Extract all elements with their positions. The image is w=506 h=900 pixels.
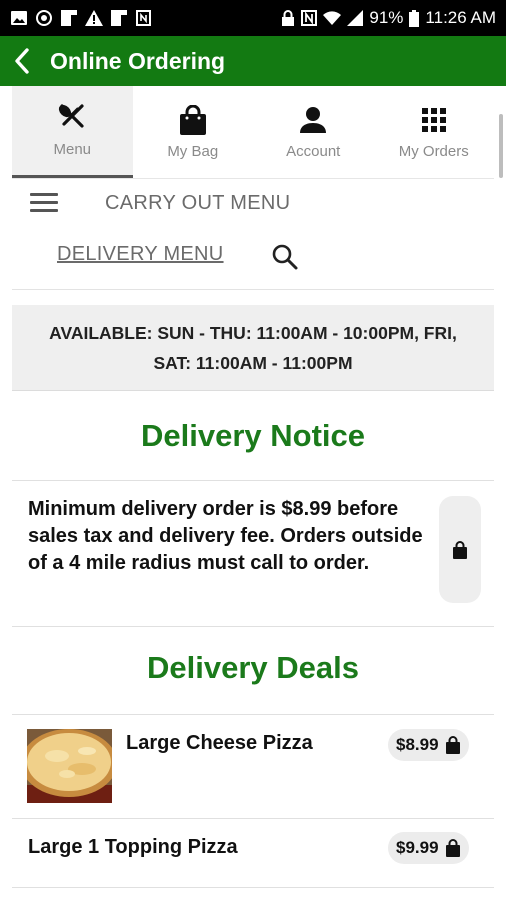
availability-banner: AVAILABLE: SUN - THU: 11:00AM - 10:00PM,…: [12, 305, 494, 391]
tab-account[interactable]: Account: [253, 86, 374, 178]
bag-icon: [453, 540, 467, 559]
bag-icon: [445, 736, 460, 754]
cheese-pizza-image[interactable]: [27, 729, 112, 803]
add-cheese-pizza-button[interactable]: $8.99: [388, 729, 469, 761]
back-button[interactable]: [0, 36, 44, 86]
status-bar: 91% 11:26 AM: [0, 0, 506, 36]
hamburger-menu-icon[interactable]: [30, 193, 58, 215]
tab-my-bag[interactable]: My Bag: [133, 86, 254, 178]
grid-icon: [421, 107, 446, 132]
sync-icon: [36, 10, 52, 26]
wifi-icon: [323, 11, 342, 25]
gallery-icon: [11, 11, 27, 25]
add-1-topping-pizza-button[interactable]: $9.99: [388, 832, 469, 864]
flipboard-icon: [111, 10, 127, 26]
nfc-icon: [301, 10, 318, 26]
app-bar: Online Ordering: [0, 36, 506, 86]
delivery-deals-title: Delivery Deals: [147, 650, 359, 685]
flipboard-icon: [61, 10, 77, 26]
page-title: Online Ordering: [50, 47, 226, 74]
delivery-menu-link[interactable]: DELIVERY MENU: [57, 243, 224, 266]
utensils-icon: [59, 104, 84, 128]
availability-text: AVAILABLE: SUN - THU: 11:00AM - 10:00PM,…: [49, 322, 457, 373]
tab-my-orders-label: My Orders: [398, 142, 469, 160]
divider: [12, 818, 494, 819]
menu-category-row: CARRY OUT MENU DELIVERY MENU: [12, 180, 494, 290]
bag-icon: [445, 839, 460, 857]
notice-add-to-bag-button[interactable]: [439, 496, 481, 603]
tab-my-bag-label: My Bag: [167, 142, 219, 160]
chevron-left-icon: [15, 48, 29, 74]
tab-account-label: Account: [286, 142, 341, 160]
item-name-large-1-topping-pizza[interactable]: Large 1 Topping Pizza: [28, 836, 238, 859]
tab-menu[interactable]: Menu: [12, 86, 133, 178]
bag-icon: [179, 104, 206, 135]
divider: [12, 714, 494, 715]
item-name-large-cheese-pizza[interactable]: Large Cheese Pizza: [126, 732, 313, 755]
carry-out-menu-link[interactable]: CARRY OUT MENU: [105, 192, 290, 215]
battery-percent: 91%: [369, 8, 404, 27]
divider: [12, 626, 494, 627]
signal-icon: [347, 10, 364, 26]
tab-my-orders[interactable]: My Orders: [374, 86, 495, 178]
battery-icon: [409, 9, 420, 27]
pizza-photo: [27, 729, 112, 803]
person-icon: [300, 106, 327, 133]
alert-icon: [85, 10, 103, 26]
item-price: $9.99: [396, 838, 439, 857]
notification-icons: [10, 10, 153, 26]
item-price: $8.99: [396, 735, 439, 754]
clock-time: 11:26 AM: [425, 8, 496, 27]
search-icon[interactable]: [270, 242, 300, 272]
divider: [12, 887, 494, 888]
delivery-notice-text: Minimum delivery order is $8.99 before s…: [28, 498, 423, 574]
tab-menu-label: Menu: [53, 141, 92, 158]
nfc-icon: [136, 10, 151, 26]
scrollbar-thumb[interactable]: [499, 114, 503, 178]
system-status: 91% 11:26 AM: [281, 8, 496, 28]
delivery-notice-title: Delivery Notice: [141, 418, 365, 453]
divider: [12, 480, 494, 481]
tab-bar: Menu My Bag Account My Orders: [12, 86, 494, 179]
lock-icon: [282, 10, 295, 26]
